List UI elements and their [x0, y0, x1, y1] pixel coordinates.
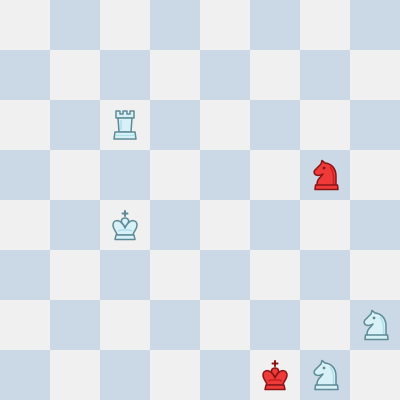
red-knight-icon[interactable] — [305, 155, 345, 195]
square-f2[interactable] — [250, 300, 300, 350]
square-g6[interactable] — [300, 100, 350, 150]
white-knight-icon[interactable] — [355, 305, 395, 345]
square-c1[interactable] — [100, 350, 150, 400]
square-b8[interactable] — [50, 0, 100, 50]
square-b6[interactable] — [50, 100, 100, 150]
square-c5[interactable] — [100, 150, 150, 200]
square-d1[interactable] — [150, 350, 200, 400]
square-c2[interactable] — [100, 300, 150, 350]
square-h8[interactable] — [350, 0, 400, 50]
square-h3[interactable] — [350, 250, 400, 300]
square-d5[interactable] — [150, 150, 200, 200]
square-a2[interactable] — [0, 300, 50, 350]
square-b4[interactable] — [50, 200, 100, 250]
white-king-icon[interactable] — [105, 205, 145, 245]
square-b1[interactable] — [50, 350, 100, 400]
square-d3[interactable] — [150, 250, 200, 300]
square-h1[interactable] — [350, 350, 400, 400]
square-f7[interactable] — [250, 50, 300, 100]
square-b2[interactable] — [50, 300, 100, 350]
square-b7[interactable] — [50, 50, 100, 100]
square-e1[interactable] — [200, 350, 250, 400]
square-d2[interactable] — [150, 300, 200, 350]
square-f1[interactable] — [250, 350, 300, 400]
square-h4[interactable] — [350, 200, 400, 250]
red-king-icon[interactable] — [255, 355, 295, 395]
white-rook-icon[interactable] — [105, 105, 145, 145]
square-g4[interactable] — [300, 200, 350, 250]
square-h2[interactable] — [350, 300, 400, 350]
square-a6[interactable] — [0, 100, 50, 150]
square-h5[interactable] — [350, 150, 400, 200]
square-d6[interactable] — [150, 100, 200, 150]
square-d4[interactable] — [150, 200, 200, 250]
square-e8[interactable] — [200, 0, 250, 50]
square-c8[interactable] — [100, 0, 150, 50]
square-a4[interactable] — [0, 200, 50, 250]
square-f3[interactable] — [250, 250, 300, 300]
square-c6[interactable] — [100, 100, 150, 150]
square-a8[interactable] — [0, 0, 50, 50]
square-h7[interactable] — [350, 50, 400, 100]
square-f5[interactable] — [250, 150, 300, 200]
square-d8[interactable] — [150, 0, 200, 50]
square-f6[interactable] — [250, 100, 300, 150]
square-b3[interactable] — [50, 250, 100, 300]
square-a1[interactable] — [0, 350, 50, 400]
square-a5[interactable] — [0, 150, 50, 200]
square-g1[interactable] — [300, 350, 350, 400]
square-e3[interactable] — [200, 250, 250, 300]
square-e5[interactable] — [200, 150, 250, 200]
square-d7[interactable] — [150, 50, 200, 100]
square-e6[interactable] — [200, 100, 250, 150]
square-e4[interactable] — [200, 200, 250, 250]
square-g2[interactable] — [300, 300, 350, 350]
square-e7[interactable] — [200, 50, 250, 100]
square-a7[interactable] — [0, 50, 50, 100]
square-a3[interactable] — [0, 250, 50, 300]
square-c7[interactable] — [100, 50, 150, 100]
square-g7[interactable] — [300, 50, 350, 100]
square-e2[interactable] — [200, 300, 250, 350]
square-g5[interactable] — [300, 150, 350, 200]
square-c4[interactable] — [100, 200, 150, 250]
square-f4[interactable] — [250, 200, 300, 250]
square-h6[interactable] — [350, 100, 400, 150]
square-c3[interactable] — [100, 250, 150, 300]
square-b5[interactable] — [50, 150, 100, 200]
square-g3[interactable] — [300, 250, 350, 300]
square-g8[interactable] — [300, 0, 350, 50]
square-f8[interactable] — [250, 0, 300, 50]
chess-board — [0, 0, 400, 400]
white-knight-icon[interactable] — [305, 355, 345, 395]
